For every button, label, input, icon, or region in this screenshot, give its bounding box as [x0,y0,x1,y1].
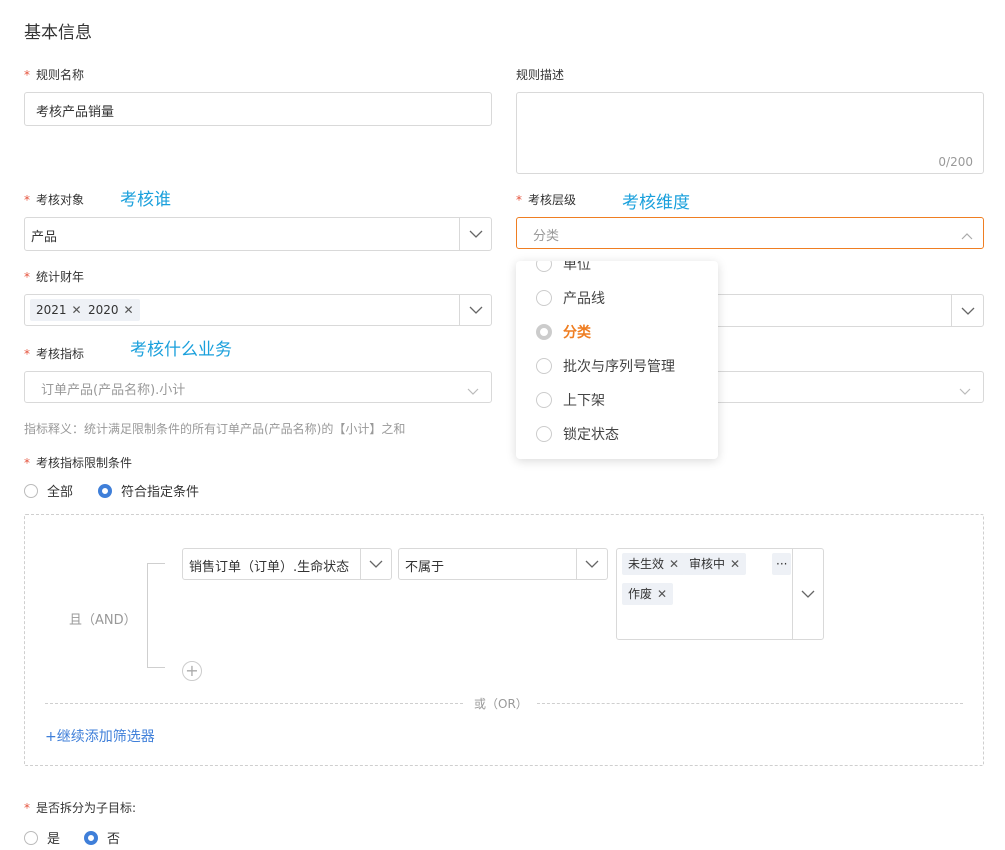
filter-values-select[interactable]: 未生效 ✕ 审核中 ✕ ··· 作废 ✕ [616,548,824,640]
chevron-down-icon[interactable] [792,549,823,639]
indicator-note: 指标释义：统计满足限制条件的所有订单产品(产品名称)的【小计】之和 [24,422,406,436]
chevron-down-icon[interactable] [959,384,971,399]
rule-name-value: 考核产品销量 [36,105,115,120]
and-bracket [147,563,165,668]
rule-desc-counter: 0/200 [938,155,973,169]
radio-selected-icon[interactable] [98,483,112,498]
dropdown-item[interactable]: 批次与序列号管理 [536,356,675,376]
radio-icon[interactable] [24,830,38,845]
filter-field-value: 销售订单（订单）.生命状态 [189,560,350,575]
chevron-down-icon[interactable] [576,549,607,579]
chevron-down-icon[interactable] [360,549,391,579]
indicator-value: 订单产品(产品名称).小计 [41,383,186,398]
filter-value-tag: 作废 ✕ [622,583,674,605]
fiscal-year-label: * 统计财年 [24,270,85,284]
close-icon[interactable]: ✕ [124,299,134,321]
constraint-option-all[interactable]: 全部 [24,481,73,500]
radio-icon[interactable] [536,290,552,306]
more-tags-button[interactable]: ··· [772,553,792,575]
target-select[interactable]: 产品 [24,217,492,251]
level-select[interactable]: 分类 [516,217,984,249]
dropdown-item[interactable]: 单位 [536,261,591,274]
filter-field-select[interactable]: 销售订单（订单）.生命状态 [182,548,392,580]
chevron-down-icon[interactable] [951,295,983,326]
filter-operator-select[interactable]: 不属于 [398,548,608,580]
dropdown-item[interactable]: 锁定状态 [536,424,619,444]
radio-icon[interactable] [536,392,552,408]
dropdown-item[interactable]: 上下架 [536,390,605,410]
radio-selected-icon[interactable] [84,830,98,845]
add-condition-icon[interactable]: + [182,661,202,681]
radio-selected-icon[interactable] [536,324,552,340]
chevron-down-icon[interactable] [459,295,491,325]
target-value: 产品 [31,230,58,245]
add-filter-link[interactable]: +继续添加筛选器 [45,726,155,746]
fiscal-year-select[interactable]: 2021 ✕ 2020 ✕ [24,294,492,326]
dropdown-item[interactable]: 产品线 [536,288,605,308]
radio-icon[interactable] [536,261,552,272]
close-icon[interactable]: ✕ [730,553,740,575]
split-option-yes[interactable]: 是 [24,828,60,847]
level-label: * 考核层级 [516,193,577,207]
rule-desc-label: 规则描述 [516,68,565,82]
close-icon[interactable]: ✕ [657,583,667,605]
indicator-annotation: 考核什么业务 [130,340,232,360]
radio-icon[interactable] [24,483,38,498]
radio-icon[interactable] [536,426,552,442]
and-label: 且（AND） [69,613,137,628]
radio-icon[interactable] [536,358,552,374]
section-title: 基本信息 [24,23,92,43]
chevron-down-icon[interactable] [467,384,479,399]
indicator-label: * 考核指标 [24,347,85,361]
constraint-option-custom[interactable]: 符合指定条件 [98,481,199,500]
split-option-no[interactable]: 否 [84,828,120,847]
or-divider-left [45,703,463,704]
close-icon[interactable]: ✕ [72,299,82,321]
dropdown-item-selected[interactable]: 分类 [536,322,591,342]
fiscal-year-tag: 2021 ✕ [30,299,88,321]
close-icon[interactable]: ✕ [669,553,679,575]
rule-name-input[interactable]: 考核产品销量 [24,92,492,126]
rule-desc-textarea[interactable]: 0/200 [516,92,984,174]
rule-name-label: * 规则名称 [24,68,85,82]
target-annotation: 考核谁 [120,190,171,210]
or-divider-right [537,703,963,704]
or-label: 或（OR） [474,697,528,711]
target-label: * 考核对象 [24,193,85,207]
chevron-down-icon[interactable] [459,218,491,250]
level-annotation: 考核维度 [622,193,690,213]
filter-operator-value: 不属于 [405,560,445,575]
fiscal-year-tag: 2020 ✕ [82,299,140,321]
chevron-up-icon[interactable] [961,229,973,244]
filter-value-tag: 审核中 ✕ [683,553,747,575]
level-placeholder: 分类 [533,229,560,244]
filter-value-tag: 未生效 ✕ [622,553,686,575]
indicator-select[interactable]: 订单产品(产品名称).小计 [24,371,492,403]
level-dropdown: 单位 产品线 分类 批次与序列号管理 上下架 锁定状态 [516,261,718,459]
split-label: * 是否拆分为子目标: [24,801,137,815]
constraint-label: * 考核指标限制条件 [24,456,133,470]
